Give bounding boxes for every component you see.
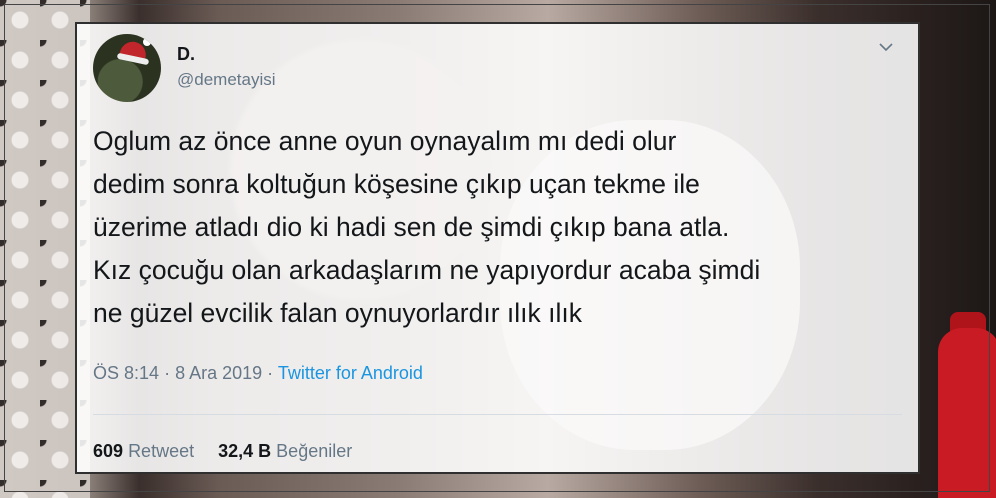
- likes-stat[interactable]: 32,4 B Beğeniler: [218, 441, 352, 461]
- background-bottle: [938, 328, 996, 498]
- meta-separator: ·: [267, 363, 274, 383]
- retweet-label: Retweet: [128, 441, 195, 461]
- like-count: 32,4 B: [218, 441, 272, 461]
- tweet-text-line: üzerime atladı dio ki hadi sen de şimdi …: [93, 212, 730, 242]
- tweet-text-line: Kız çocuğu olan arkadaşlarım ne yapıyord…: [93, 255, 761, 285]
- retweets-stat[interactable]: 609 Retweet: [93, 441, 194, 461]
- tweet-card: D. @demetayisi Oglum az önce anne oyun o…: [75, 22, 920, 474]
- user-handle[interactable]: @demetayisi: [177, 70, 276, 90]
- tweet-time[interactable]: ÖS 8:14: [93, 363, 159, 383]
- tweet-source-link[interactable]: Twitter for Android: [278, 363, 423, 383]
- meta-separator: ·: [164, 363, 171, 383]
- tweet-date[interactable]: 8 Ara 2019: [175, 363, 262, 383]
- divider: [93, 414, 902, 415]
- santa-hat-pompom: [143, 38, 151, 46]
- tweet-text-line: ne güzel evcilik falan oynuyorlardır ılı…: [93, 298, 582, 328]
- tweet-metadata: ÖS 8:14 · 8 Ara 2019 · Twitter for Andro…: [93, 363, 423, 384]
- retweet-count: 609: [93, 441, 124, 461]
- chevron-down-icon[interactable]: [877, 38, 895, 56]
- tweet-stats: 609 Retweet 32,4 B Beğeniler: [93, 441, 352, 462]
- tweet-text-line: Oglum az önce anne oyun oynayalım mı ded…: [93, 126, 677, 156]
- avatar[interactable]: [93, 34, 161, 102]
- display-name[interactable]: D.: [177, 44, 195, 65]
- tweet-text-line: dedim sonra koltuğun köşesine çıkıp uçan…: [93, 169, 700, 199]
- tweet-text: Oglum az önce anne oyun oynayalım mı ded…: [93, 120, 913, 335]
- like-label: Beğeniler: [276, 441, 353, 461]
